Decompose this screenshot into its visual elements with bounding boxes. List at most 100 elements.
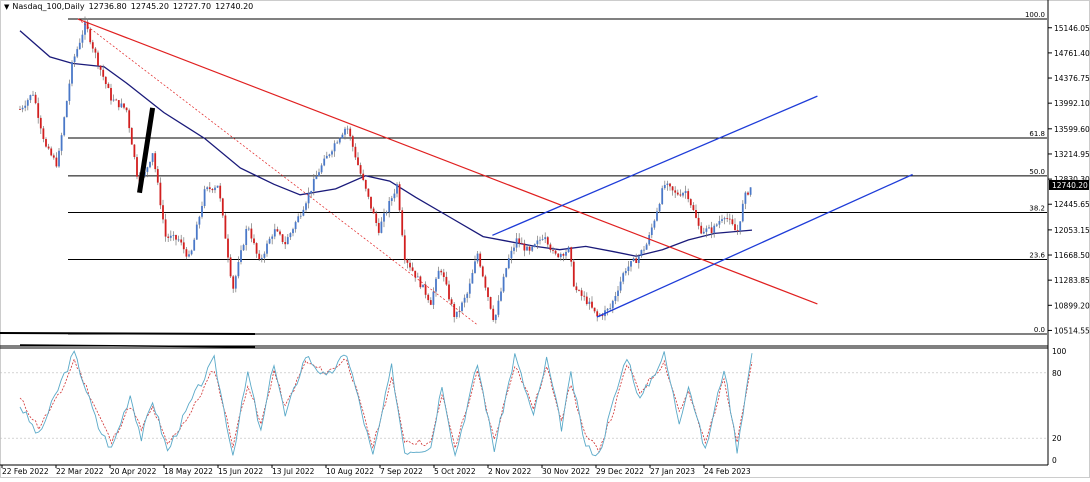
- candle-bear: [359, 165, 362, 174]
- candle-bear: [442, 272, 445, 277]
- candle-bear: [591, 301, 593, 308]
- candle-bull: [721, 219, 723, 221]
- candle-bull: [749, 187, 752, 195]
- candle-bull: [630, 261, 632, 267]
- candle-bull: [26, 100, 29, 106]
- candle-bull: [658, 204, 661, 212]
- candle-bull: [611, 300, 614, 309]
- candle-bear: [162, 205, 164, 220]
- fib-label-38.2: 38.2: [1029, 204, 1045, 212]
- candle-bull: [622, 273, 625, 282]
- candle-bear: [91, 42, 94, 49]
- collapse-triangle-icon[interactable]: ▼: [4, 3, 9, 11]
- candle-bull: [247, 228, 250, 230]
- candle-bear: [47, 146, 50, 149]
- candle-bear: [411, 267, 414, 271]
- candle-bull: [325, 155, 328, 159]
- candle-bear: [747, 192, 749, 195]
- candle-bear: [695, 210, 697, 218]
- trendline-channel-lower: [596, 173, 913, 318]
- open-value: 12736.80: [88, 2, 127, 11]
- candle-bull: [643, 249, 645, 251]
- high-value: 12745.20: [130, 2, 169, 11]
- date-tick-label: 18 May 2022: [164, 467, 213, 476]
- candle-bear: [728, 218, 731, 220]
- candle-bear: [518, 238, 521, 244]
- price-tick-label: 12445.65: [1054, 200, 1090, 209]
- chart-svg[interactable]: 100.0 61.8 50.0 38.2 23.6 0.0 100 80 20 0 15146.…: [0, 0, 1090, 478]
- stoch-axis-label: 0: [1052, 456, 1057, 465]
- candle-bull: [390, 198, 393, 201]
- candle-bear: [185, 249, 188, 257]
- candle-bear: [362, 173, 365, 180]
- candle-bull: [461, 302, 463, 311]
- candle-bull: [323, 158, 326, 166]
- candle-bear: [406, 260, 409, 263]
- candle-bear: [570, 247, 573, 262]
- candle-bull: [63, 117, 66, 136]
- candle-bull: [146, 167, 149, 172]
- candle-bull: [619, 281, 622, 291]
- candle-bear: [154, 153, 157, 170]
- candle-bear: [440, 270, 443, 273]
- candle-bear: [364, 180, 367, 189]
- candle-bear: [123, 103, 125, 108]
- candle-bear: [562, 254, 565, 256]
- candle-bear: [398, 184, 401, 211]
- candle-bear: [448, 284, 450, 300]
- candle-bear: [250, 228, 253, 239]
- candle-bear: [372, 208, 375, 214]
- candle-bull: [627, 266, 630, 271]
- candle-bull: [614, 296, 617, 301]
- candle-bear: [354, 146, 357, 158]
- candle-bear: [669, 183, 671, 187]
- candle-bull: [653, 220, 656, 228]
- candle-bear: [427, 294, 430, 301]
- candle-bull: [663, 185, 666, 189]
- candle-bear: [523, 243, 526, 251]
- candle-bear: [726, 218, 729, 219]
- stoch-axis-label: 80: [1052, 369, 1062, 378]
- candle-bull: [565, 252, 567, 256]
- candle-bull: [302, 209, 305, 216]
- low-value: 12727.70: [172, 2, 212, 11]
- candle-bear: [370, 196, 372, 209]
- candle-bull: [341, 134, 344, 139]
- candle-bull: [739, 221, 742, 231]
- candle-bull: [294, 222, 297, 230]
- stoch-main-line: [19, 350, 753, 458]
- candle-bull: [422, 284, 424, 288]
- candle-bull: [286, 237, 289, 245]
- candle-bull: [661, 188, 664, 204]
- candle-bull: [650, 227, 653, 235]
- candle-bull: [195, 224, 198, 240]
- candle-bull: [58, 150, 60, 167]
- moving-average-layer: [19, 30, 753, 257]
- candle-bull: [198, 216, 201, 225]
- candle-bull: [333, 143, 336, 152]
- candle-bear: [227, 238, 229, 258]
- candle-bull: [723, 218, 726, 220]
- candle-bull: [65, 101, 68, 118]
- candle-bull: [468, 283, 471, 294]
- candle-bear: [133, 144, 136, 157]
- candle-bull: [705, 228, 708, 232]
- moving-average-line: [19, 30, 753, 257]
- date-tick-label: 22 Feb 2022: [2, 467, 49, 476]
- candle-bull: [68, 83, 71, 101]
- candle-bull: [328, 154, 331, 156]
- candle-bull: [312, 179, 315, 191]
- date-tick-label: 27 Jan 2023: [650, 467, 695, 476]
- candle-bear: [580, 290, 583, 296]
- fib-label-61.8: 61.8: [1029, 130, 1045, 138]
- candle-bear: [117, 100, 120, 108]
- trendlines-layer: [77, 18, 913, 326]
- candle-bull: [29, 95, 32, 101]
- candle-bull: [203, 189, 206, 206]
- candle-bull: [120, 103, 123, 108]
- candle-bear: [128, 110, 131, 129]
- date-tick-label: 24 Feb 2023: [704, 467, 751, 476]
- candle-bull: [32, 94, 34, 96]
- candle-bull: [289, 233, 292, 238]
- candle-bull: [310, 190, 313, 194]
